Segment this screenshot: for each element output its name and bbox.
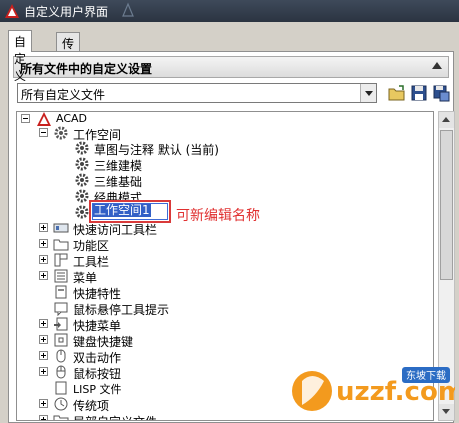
scroll-up-arrow-icon[interactable] [439,112,454,128]
uzzf-watermark: uzzf.com 东坡下载 [292,367,455,411]
collapse-toggle-icon[interactable] [39,128,48,137]
expand-toggle-icon[interactable] [39,271,48,280]
save-as-button[interactable] [431,83,451,103]
rename-field-value[interactable]: 工作空间1 [93,204,151,217]
properties-icon [53,284,69,300]
toolbar-icon [53,252,69,268]
tree-node-workspace-item[interactable]: 三维建模 [17,156,417,173]
section-title: 所有文件中的自定义设置 [20,62,153,76]
toolbar-icon [53,220,69,236]
gear-icon [74,140,90,156]
keyboard-icon [53,332,69,348]
gear-icon [74,188,90,204]
tree-node-toolbars[interactable]: 工具栏 [17,252,417,269]
save-as-icon [433,85,450,102]
save-disk-icon [411,85,427,101]
scroll-thumb[interactable] [440,130,453,280]
collapse-toggle-icon[interactable] [21,114,30,123]
folder-icon [53,412,69,420]
expand-toggle-icon[interactable] [39,399,48,408]
open-folder-icon [388,85,405,101]
window-title: 自定义用户界面 [24,5,109,19]
expand-toggle-icon[interactable] [39,351,48,360]
tree-node-rollover-tooltips[interactable]: 鼠标悬停工具提示 [17,300,417,317]
tree-node-menus[interactable]: 菜单 [17,268,417,285]
menu-icon [53,268,69,284]
tree-node-workspace-item[interactable]: 经典模式 [17,188,417,205]
expand-toggle-icon[interactable] [39,319,48,328]
tree-node-workspaces[interactable]: 工作空间 [17,125,417,142]
file-selector-value: 所有自定义文件 [21,88,106,102]
chevron-down-icon[interactable] [360,84,376,102]
tree-node-label: LISP 文件 [73,383,122,396]
watermark-badge: 东坡下载 [406,369,446,382]
expand-toggle-icon[interactable] [39,255,48,264]
title-decoration-icon [122,2,134,17]
tree-node-keyboard-shortcuts[interactable]: 键盘快捷键 [17,332,417,349]
tree-node-label: ACAD [56,112,88,125]
gear-icon [74,204,90,220]
expand-toggle-icon[interactable] [39,239,48,248]
tree-node-workspace-item[interactable]: 草图与注释 默认 (当前) [17,140,417,157]
collapse-caret-icon[interactable] [432,62,442,69]
expand-toggle-icon[interactable] [39,335,48,344]
section-header[interactable]: 所有文件中的自定义设置 [13,56,449,78]
mouse-icon [53,364,69,380]
mouse-icon [53,348,69,364]
autocad-logo-icon [5,4,19,18]
file-icon [53,380,69,396]
tooltip-icon [53,300,69,317]
annotation-label: 可新编辑名称 [176,208,260,224]
window-titlebar: 自定义用户界面 [0,0,459,22]
tree-node-workspace-item[interactable]: 三维基础 [17,172,417,189]
tree-node-ribbon[interactable]: 功能区 [17,236,417,253]
gear-icon [74,172,90,188]
file-selector-dropdown[interactable]: 所有自定义文件 [17,83,377,103]
open-file-button[interactable] [387,83,407,103]
expand-toggle-icon[interactable] [39,223,48,232]
tree-node-label: 局部自定义文件 [73,413,157,420]
clock-icon [53,396,69,412]
expand-toggle-icon[interactable] [39,415,48,420]
shortcut-menu-icon [53,316,69,332]
tree-node-shortcut-menus[interactable]: 快捷菜单 [17,316,417,333]
tab-customize[interactable]: 自定义 [8,30,33,83]
save-button[interactable] [409,83,429,103]
rename-field[interactable]: 工作空间1 [89,200,171,223]
tree-node-quick-properties[interactable]: 快捷特性 [17,284,417,301]
folder-icon [53,236,69,252]
gear-icon [53,125,69,141]
gear-icon [74,156,90,172]
expand-toggle-icon[interactable] [39,367,48,376]
tab-transfer[interactable]: 传输 [56,32,81,68]
